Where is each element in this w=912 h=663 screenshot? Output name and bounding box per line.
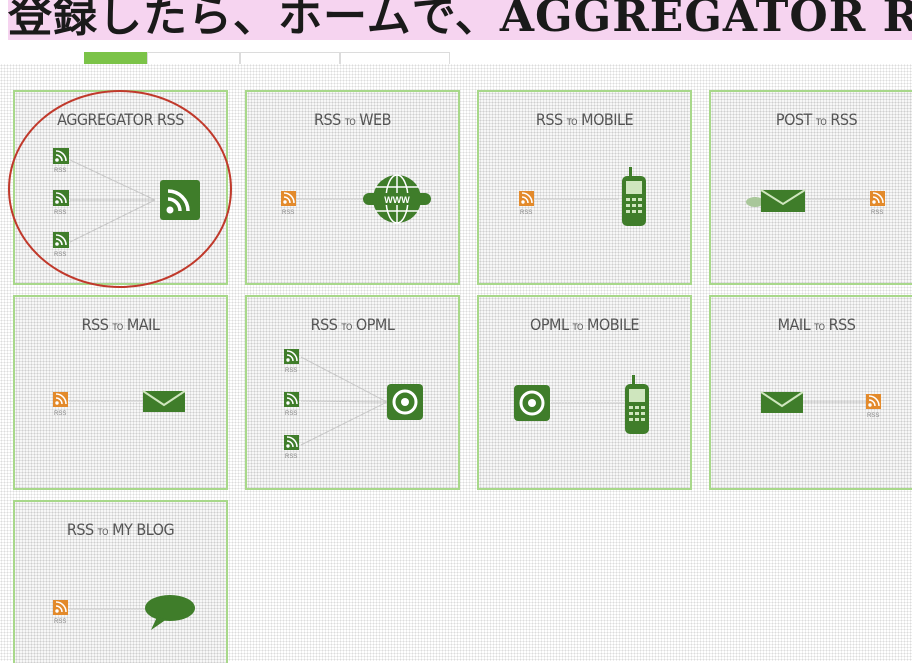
card-rss-to-mobile[interactable]: RSS TO MOBILE RSS (477, 90, 692, 285)
rss-small-icon (281, 191, 296, 206)
rss-small-icon (519, 191, 534, 206)
rss-caption: RSS (520, 210, 532, 216)
rss-to-mail-diagram: RSS (53, 390, 186, 417)
rss-small-icon (53, 600, 68, 615)
rss-small-icon (284, 435, 299, 450)
rss-caption: RSS (871, 210, 883, 216)
card-rss-to-mail[interactable]: RSS TO MAIL RSS (13, 295, 228, 490)
rss-to-opml-diagram: RSS RSS RSS (284, 349, 423, 460)
card-mail-to-rss[interactable]: MAIL TO RSS RSS (709, 295, 912, 490)
rss-to-web-diagram: RSS WWW (281, 174, 431, 224)
rss-small-icon (284, 392, 299, 407)
card-rss-to-my-blog[interactable]: RSS TO MY BLOG RSS (13, 500, 228, 663)
banner-text: 登録したら、ホームで、AGGREGATOR RSS (8, 0, 912, 40)
card-rss-to-web[interactable]: RSS TO WEB RSS WWW (245, 90, 460, 285)
opml-icon (514, 385, 550, 421)
post-to-rss-diagram: RSS (746, 189, 885, 216)
rss-small-icon (866, 394, 881, 409)
card-rss-to-opml[interactable]: RSS TO OPML RSS RSS RSS (245, 295, 460, 490)
envelope-icon (760, 391, 804, 413)
www-caption: WWW (384, 195, 410, 205)
rss-to-blog-diagram: RSS (53, 595, 195, 630)
mobile-phone-icon (625, 375, 649, 434)
opml-to-mobile-diagram (514, 375, 649, 434)
rss-small-icon (870, 191, 885, 206)
card-opml-to-mobile[interactable]: OPML TO MOBILE (477, 295, 692, 490)
card-post-to-rss[interactable]: POST TO RSS RSS (709, 90, 912, 285)
rss-caption: RSS (282, 210, 294, 216)
mobile-phone-icon (622, 167, 646, 226)
highlight-circle (8, 90, 232, 288)
rss-to-mobile-diagram: RSS (519, 167, 646, 226)
banner: 登録したら、ホームで、AGGREGATOR RSS (0, 0, 912, 40)
envelope-icon (142, 390, 186, 412)
mail-to-rss-diagram: RSS (760, 391, 881, 419)
envelope-icon (746, 189, 806, 212)
rss-small-icon (284, 349, 299, 364)
speech-bubble-icon (145, 595, 195, 630)
globe-icon: WWW (363, 174, 431, 224)
rss-caption: RSS (867, 413, 879, 419)
rss-small-icon (53, 392, 68, 407)
rss-caption: RSS (54, 411, 66, 417)
rss-caption: RSS (54, 619, 66, 625)
rss-caption: RSS (285, 368, 297, 374)
rss-caption: RSS (285, 411, 297, 417)
rss-caption: RSS (285, 454, 297, 460)
opml-icon (387, 384, 423, 420)
